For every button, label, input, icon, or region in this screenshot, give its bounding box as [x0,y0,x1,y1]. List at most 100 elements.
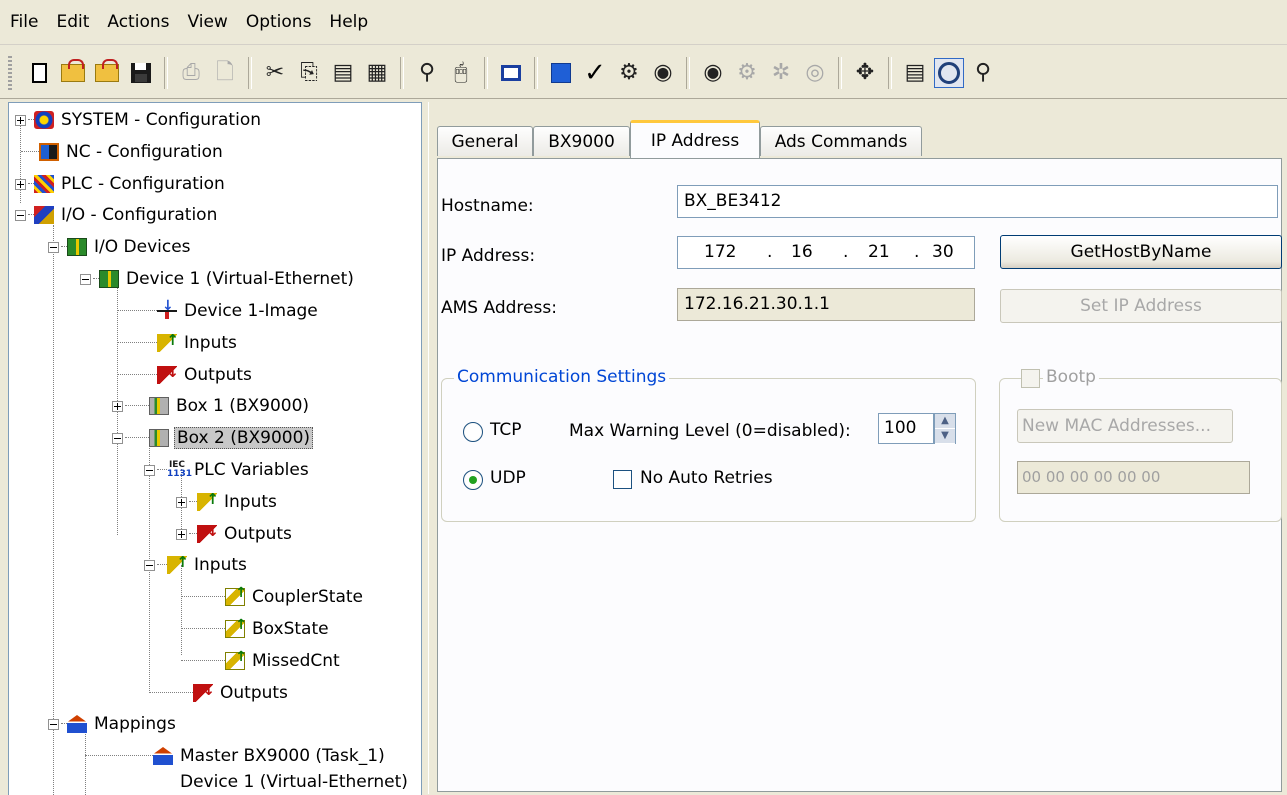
tree-item-system[interactable]: SYSTEM - Configuration [15,107,263,133]
ams-address-field: 172.16.21.30.1.1 [677,288,975,321]
collapse-icon[interactable] [144,559,155,571]
restart-icon[interactable]: ◉ [698,58,728,88]
tree-item-box-2[interactable]: Box 2 (BX9000) [112,425,314,451]
properties-pane: General BX9000 IP Address Ads Commands H… [428,102,1287,794]
print-preview-icon[interactable]: 🗋 [210,58,240,88]
paste-with-links-icon[interactable]: ▦ [362,58,392,88]
menu-help[interactable]: Help [320,0,377,44]
collapse-icon[interactable] [15,209,26,221]
online-icon[interactable]: ▤ [900,58,930,88]
tree-item-plc-variables[interactable]: IEC 1131 PLC Variables [144,457,311,483]
udp-radio[interactable] [463,470,483,490]
tab-bx9000[interactable]: BX9000 [533,126,630,156]
mouse-icon[interactable]: 🖱 [446,58,476,88]
ip-dot: . [914,242,920,262]
menu-options[interactable]: Options [237,0,321,44]
max-warning-level-spinner[interactable]: ▲ ▼ [934,413,956,444]
scan-icon[interactable]: ◎ [800,58,830,88]
expand-icon[interactable] [15,114,26,126]
check-configuration-icon[interactable]: ✓ [580,58,610,88]
new-icon[interactable] [24,58,54,88]
reload-devices-icon[interactable]: ✲ [766,58,796,88]
collapse-icon[interactable] [112,432,123,444]
toolbar-separator [164,57,168,89]
no-auto-retries-checkbox[interactable] [613,470,632,489]
tcp-radio[interactable] [463,422,483,442]
input-variable-icon [225,617,247,638]
ip-octet-4: 30 [932,242,954,262]
copy-icon[interactable]: ⎘ [294,58,324,88]
expand-icon[interactable] [15,178,26,190]
tree-item-device-image[interactable]: Device 1-Image [117,298,320,324]
tree-item-plc[interactable]: PLC - Configuration [15,171,227,197]
free-run-icon[interactable]: ✥ [850,58,880,88]
tree-item-box-outputs[interactable]: Outputs [149,680,290,706]
bootp-checkbox[interactable] [1021,369,1040,388]
expand-icon[interactable] [176,528,187,540]
spin-down-icon[interactable]: ▼ [935,429,955,444]
tab-general[interactable]: General [437,126,533,156]
menu-file[interactable]: File [0,0,47,44]
tab-ip-address[interactable]: IP Address [630,120,760,158]
inputs-icon [197,490,219,511]
tree-item-plc-outputs[interactable]: Outputs [176,521,294,547]
open-project-icon[interactable] [92,58,122,88]
toolbar-separator [838,57,842,89]
ip-address-input[interactable]: 172 . 16 . 21 . 30 [677,236,975,269]
expand-icon[interactable] [176,496,187,508]
collapse-icon[interactable] [48,718,59,730]
set-run-mode-icon[interactable]: ◉ [648,58,678,88]
tree-item-label: CouplerState [252,587,364,607]
tree-item-coupler-state[interactable]: CouplerState [181,584,365,610]
collapse-icon[interactable] [80,273,91,285]
open-icon[interactable] [58,58,88,88]
tree-item-box-1[interactable]: Box 1 (BX9000) [112,393,311,419]
zoom-icon[interactable] [934,58,964,88]
tree-item-plc-inputs[interactable]: Inputs [176,489,279,515]
expand-icon[interactable] [112,400,123,412]
new-mac-addresses-button[interactable]: New MAC Addresses... [1017,409,1233,443]
find-icon[interactable]: ⚲ [412,58,442,88]
toolbar-grip[interactable] [8,56,12,90]
config-mode-icon[interactable]: ⚙ [732,58,762,88]
tree-item-master-bx9000[interactable]: Master BX9000 (Task_1) [85,743,387,769]
udp-label: UDP [490,468,526,488]
help-icon[interactable]: ⚲ [968,58,998,88]
nc-icon [39,143,59,161]
cut-icon[interactable]: ✂ [260,58,290,88]
tree-item-nc[interactable]: NC - Configuration [21,139,225,165]
print-icon[interactable]: ⎙ [176,58,206,88]
tree-item-inputs[interactable]: Inputs [117,330,239,356]
configuration-tree[interactable]: SYSTEM - Configuration NC - Configuratio… [8,102,422,795]
paste-icon[interactable]: ▤ [328,58,358,88]
tree-connector [53,225,55,795]
menu-actions[interactable]: Actions [98,0,178,44]
generate-mappings-icon[interactable] [546,58,576,88]
tree-item-outputs[interactable]: Outputs [117,362,254,388]
collapse-icon[interactable] [144,464,155,476]
tree-item-missed-cnt[interactable]: MissedCnt [181,648,342,674]
tree-item-box-inputs[interactable]: Inputs [144,552,249,578]
get-host-by-name-button[interactable]: GetHostByName [1000,235,1282,269]
tree-item-box-state[interactable]: BoxState [181,616,331,642]
toolbar-separator [400,57,404,89]
menu-edit[interactable]: Edit [47,0,98,44]
tab-ads-commands[interactable]: Ads Commands [760,126,922,156]
tree-item-label: Inputs [184,333,237,353]
tree-item-device-1[interactable]: Device 1 (Virtual-Ethernet) [80,266,356,292]
activate-configuration-icon[interactable]: ⚙ [614,58,644,88]
tree-item-mappings[interactable]: Mappings [48,711,178,737]
monitor-icon[interactable] [496,58,526,88]
spin-up-icon[interactable]: ▲ [935,414,955,429]
tree-item-io[interactable]: I/O - Configuration [15,202,219,228]
save-icon[interactable] [126,58,156,88]
tree-item-io-devices[interactable]: I/O Devices [48,234,193,260]
max-warning-level-input[interactable]: 100 [878,413,934,444]
tree-item-label: PLC - Configuration [61,174,225,194]
tree-item-mapping-device[interactable]: Device 1 (Virtual-Ethernet) [178,769,410,795]
collapse-icon[interactable] [48,241,59,253]
hostname-input[interactable]: BX_BE3412 [677,185,1278,218]
tree-item-label: SYSTEM - Configuration [61,110,261,130]
set-ip-address-button[interactable]: Set IP Address [1000,289,1282,323]
menu-view[interactable]: View [178,0,236,44]
